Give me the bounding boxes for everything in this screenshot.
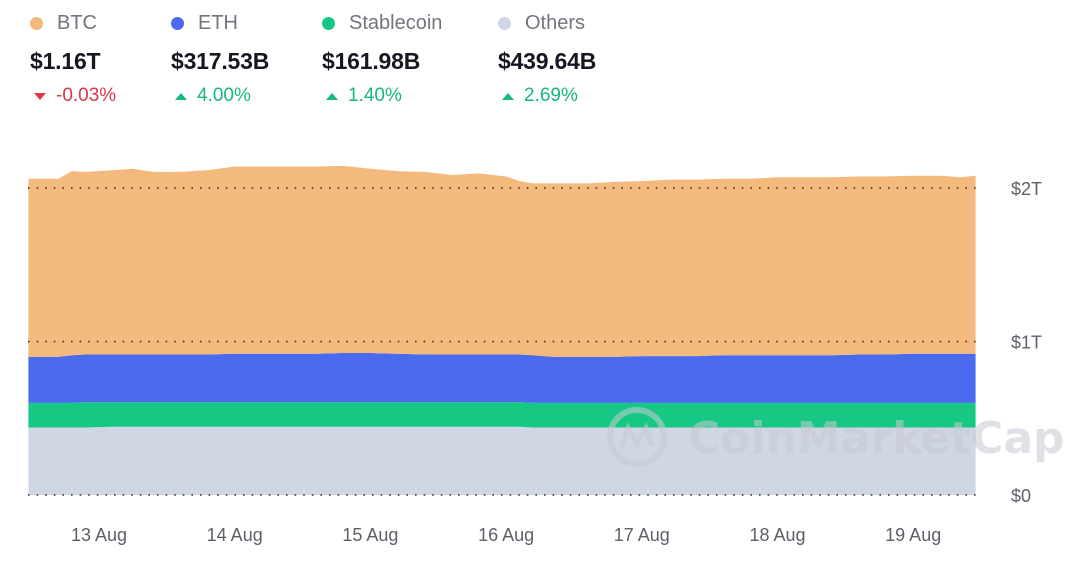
stacked-area-chart[interactable]: CoinMarketCap $0 $1T $2T 13 Aug 14 Aug 15 Au… <box>0 0 1080 561</box>
area-eth[interactable] <box>28 353 976 403</box>
x-tick-label: 18 Aug <box>749 525 805 545</box>
x-tick-label: 16 Aug <box>478 525 534 545</box>
x-tick-label: 19 Aug <box>885 525 941 545</box>
y-tick-label: $2T <box>1011 179 1042 199</box>
watermark-text: CoinMarketCap <box>688 413 1065 464</box>
x-axis: 13 Aug 14 Aug 15 Aug 16 Aug 17 Aug 18 Aug 19 A… <box>71 525 941 545</box>
x-tick-label: 15 Aug <box>342 525 398 545</box>
area-btc[interactable] <box>28 165 976 357</box>
x-tick-label: 13 Aug <box>71 525 127 545</box>
y-tick-label: $0 <box>1011 486 1031 506</box>
y-tick-label: $1T <box>1011 333 1042 353</box>
x-tick-label: 17 Aug <box>614 525 670 545</box>
x-tick-label: 14 Aug <box>207 525 263 545</box>
